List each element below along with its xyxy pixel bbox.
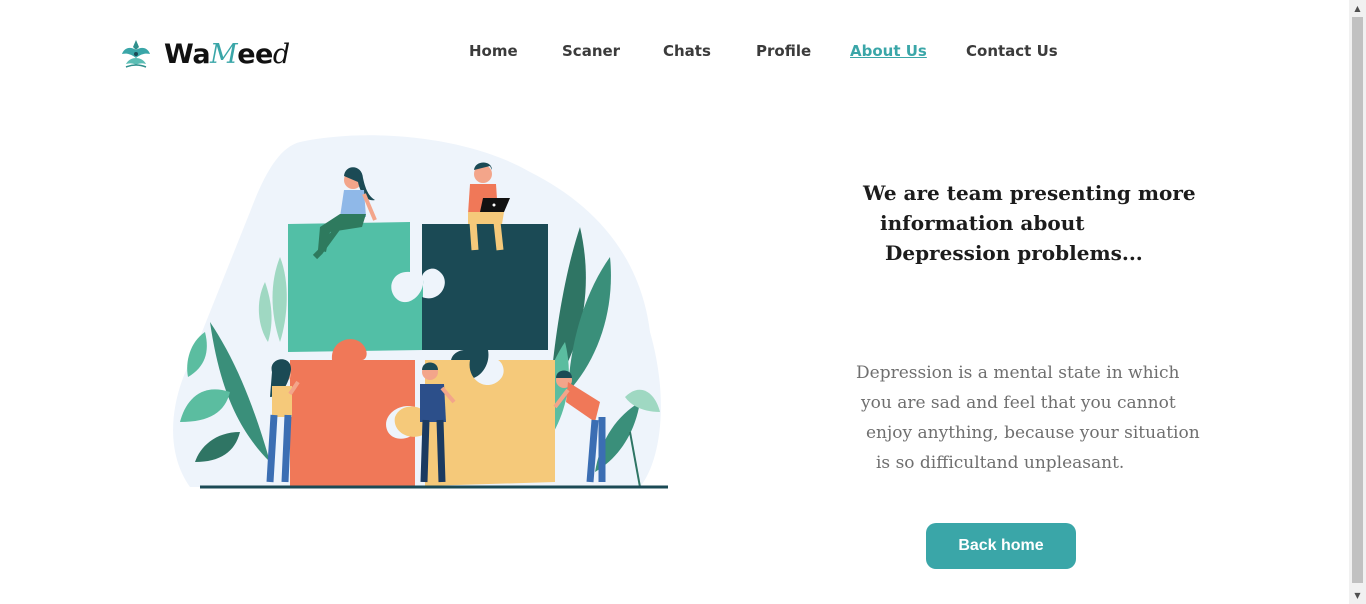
nav-contact-us[interactable]: Contact Us	[966, 42, 1058, 60]
headline-line-3: Depression problems...	[885, 241, 1143, 265]
headline-line-1: We are team presenting more	[863, 181, 1196, 205]
scroll-down-arrow-icon[interactable]: ▼	[1349, 587, 1366, 604]
nav-profile[interactable]: Profile	[756, 42, 811, 60]
paragraph-line-3: enjoy anything, because your situation	[866, 423, 1200, 443]
nav-scaner[interactable]: Scaner	[562, 42, 620, 60]
page: WaMeed Home Scaner Chats Profile About U…	[0, 0, 1349, 604]
nav-chats[interactable]: Chats	[663, 42, 711, 60]
about-paragraph: Depression is a mental state in which yo…	[850, 358, 1200, 478]
back-home-button[interactable]: Back home	[926, 523, 1076, 569]
about-headline: We are team presenting more information …	[850, 178, 1196, 268]
headline-line-2: information about	[880, 211, 1085, 235]
paragraph-line-1: Depression is a mental state in which	[856, 363, 1180, 383]
paragraph-line-2: you are sad and feel that you cannot	[861, 393, 1176, 413]
nav-home[interactable]: Home	[469, 42, 518, 60]
vertical-scrollbar[interactable]: ▲ ▼	[1349, 0, 1366, 604]
scrollbar-thumb[interactable]	[1352, 17, 1363, 583]
nav-about-us[interactable]: About Us	[850, 42, 927, 60]
team-puzzle-illustration	[173, 135, 668, 489]
paragraph-line-4: is so difficultand unpleasant.	[876, 453, 1125, 473]
main-nav: Home Scaner Chats Profile About Us Conta…	[0, 42, 1349, 64]
scroll-up-arrow-icon[interactable]: ▲	[1349, 0, 1366, 17]
